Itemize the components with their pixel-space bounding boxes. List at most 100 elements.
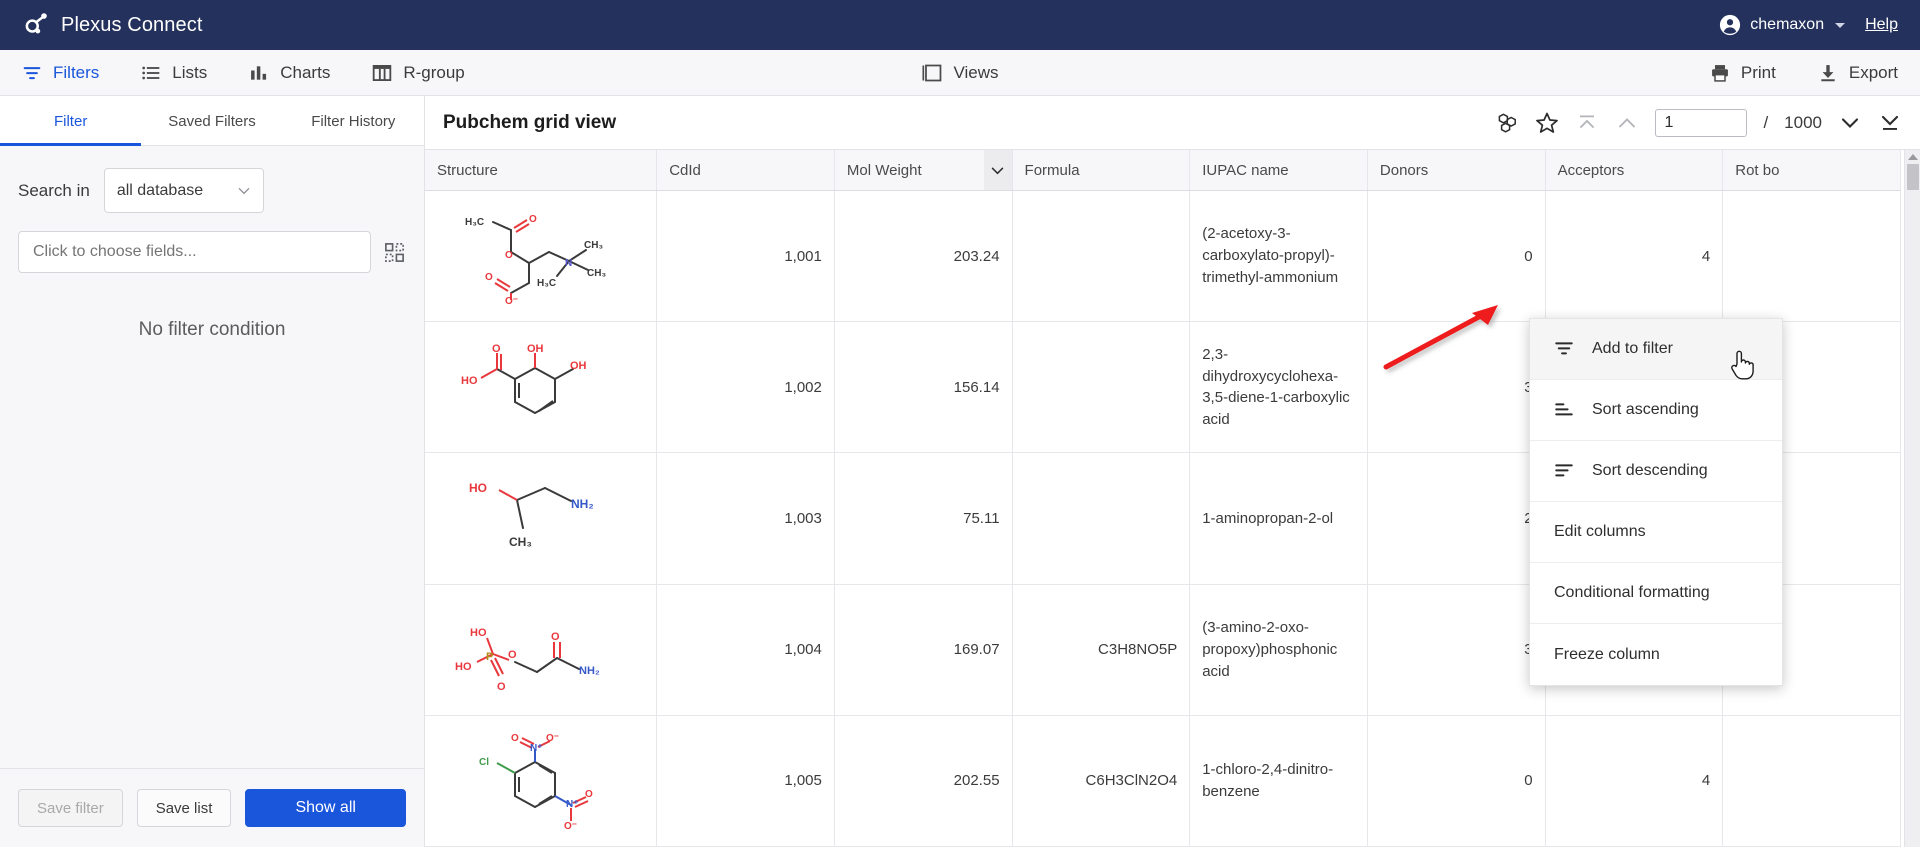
search-in-row: Search in all database bbox=[18, 168, 406, 213]
chevron-down-icon bbox=[237, 184, 251, 198]
column-header-donors[interactable]: Donors bbox=[1367, 150, 1545, 191]
svg-text:O: O bbox=[585, 789, 593, 800]
table-row[interactable]: H₃C O O O O⁻ N CH₃ CH₃ H₃C bbox=[425, 191, 1901, 322]
svg-text:NH₂: NH₂ bbox=[579, 665, 600, 677]
fields-row bbox=[18, 231, 406, 273]
show-all-label: Show all bbox=[295, 799, 355, 817]
column-header-structure[interactable]: Structure bbox=[425, 150, 657, 191]
star-favorite-icon[interactable] bbox=[1535, 111, 1559, 135]
no-filter-condition-message: No filter condition bbox=[18, 319, 406, 341]
save-list-label: Save list bbox=[156, 800, 213, 817]
menu-label-add-to-filter: Add to filter bbox=[1592, 340, 1673, 358]
column-header-acceptors[interactable]: Acceptors bbox=[1545, 150, 1723, 191]
scroll-up-arrow-icon[interactable] bbox=[1908, 154, 1918, 160]
toolbar-label-views: Views bbox=[953, 63, 998, 83]
grid-vertical-scrollbar[interactable] bbox=[1904, 150, 1920, 847]
tab-filter-history[interactable]: Filter History bbox=[283, 96, 424, 145]
menu-item-sort-ascending[interactable]: Sort ascending bbox=[1530, 380, 1782, 441]
table-row[interactable]: Cl N⁺ N⁺ O O⁻ O O⁻ 1,005 bbox=[425, 715, 1901, 846]
database-select[interactable]: all database bbox=[104, 168, 264, 213]
help-link[interactable]: Help bbox=[1865, 16, 1898, 34]
search-in-label: Search in bbox=[18, 181, 90, 201]
column-label-structure: Structure bbox=[437, 162, 498, 179]
cell-donors: 0 bbox=[1367, 715, 1545, 846]
menu-item-edit-columns[interactable]: Edit columns bbox=[1530, 502, 1782, 563]
menu-item-freeze-column[interactable]: Freeze column bbox=[1530, 624, 1782, 685]
menu-label-freeze-column: Freeze column bbox=[1554, 646, 1660, 664]
toolbar-item-views[interactable]: Views bbox=[921, 63, 998, 83]
first-page-icon[interactable] bbox=[1575, 111, 1599, 135]
tab-filter[interactable]: Filter bbox=[0, 96, 141, 145]
svg-text:O⁻: O⁻ bbox=[505, 296, 518, 304]
total-pages-label: 1000 bbox=[1784, 113, 1822, 133]
toolbar-label-lists: Lists bbox=[172, 63, 207, 83]
toolbar-label-charts: Charts bbox=[280, 63, 330, 83]
svg-text:O: O bbox=[508, 649, 517, 661]
cell-rot-bonds bbox=[1723, 191, 1901, 322]
user-menu[interactable]: chemaxon bbox=[1719, 14, 1845, 36]
cell-mol-weight: 169.07 bbox=[834, 584, 1012, 715]
cell-donors: 3 bbox=[1367, 584, 1545, 715]
save-list-button[interactable]: Save list bbox=[137, 789, 232, 827]
column-header-rot-bonds[interactable]: Rot bo bbox=[1723, 150, 1901, 191]
last-page-icon[interactable] bbox=[1878, 111, 1902, 135]
save-filter-button[interactable]: Save filter bbox=[18, 789, 123, 827]
scrollbar-thumb[interactable] bbox=[1907, 164, 1919, 190]
grid-view-title: Pubchem grid view bbox=[443, 112, 616, 134]
cell-formula bbox=[1012, 322, 1190, 453]
fields-chooser-input[interactable] bbox=[18, 231, 371, 273]
filter-panel-body: Search in all database bbox=[0, 146, 424, 768]
menu-item-conditional-formatting[interactable]: Conditional formatting bbox=[1530, 563, 1782, 624]
structure-cell-acetylcarnitine[interactable]: H₃C O O O O⁻ N CH₃ CH₃ H₃C bbox=[425, 191, 657, 322]
cell-iupac-name: 1-chloro-2,4-dinitro-benzene bbox=[1190, 715, 1368, 846]
grid-panel: Pubchem grid view bbox=[425, 96, 1920, 847]
filter-panel: Filter Saved Filters Filter History Sear… bbox=[0, 96, 425, 847]
header-right-actions: chemaxon Help bbox=[1719, 14, 1898, 36]
structure-cell-dihydroxy-benzoic-acid[interactable]: O HO OH OH bbox=[425, 322, 657, 453]
tab-saved-filters[interactable]: Saved Filters bbox=[141, 96, 282, 145]
svg-text:O: O bbox=[511, 733, 519, 744]
menu-item-sort-descending[interactable]: Sort descending bbox=[1530, 441, 1782, 502]
molecule-group-icon[interactable] bbox=[1495, 111, 1519, 135]
toolbar-item-lists[interactable]: Lists bbox=[141, 63, 207, 83]
svg-text:Cl: Cl bbox=[479, 757, 489, 768]
app-title: Plexus Connect bbox=[61, 14, 202, 37]
structure-cell-amino-oxo-propoxy-phosphonic-acid[interactable]: P HO HO O O O NH₂ bbox=[425, 584, 657, 715]
toolbar-item-export[interactable]: Export bbox=[1818, 63, 1898, 83]
toolbar-item-print[interactable]: Print bbox=[1710, 63, 1776, 83]
cell-iupac-name: 2,3-dihydroxycyclohexa-3,5-diene-1-carbo… bbox=[1190, 322, 1368, 453]
column-label-acceptors: Acceptors bbox=[1558, 162, 1625, 179]
svg-text:O⁻: O⁻ bbox=[546, 733, 559, 744]
column-label-mol-weight: Mol Weight bbox=[847, 162, 922, 179]
filter-icon bbox=[22, 63, 42, 83]
add-to-filter-icon bbox=[1554, 339, 1574, 359]
column-header-iupac-name[interactable]: IUPAC name bbox=[1190, 150, 1368, 191]
toolbar-item-filters[interactable]: Filters bbox=[22, 63, 99, 83]
toolbar-label-print: Print bbox=[1741, 63, 1776, 83]
table-columns-icon bbox=[372, 63, 392, 83]
column-header-cdid[interactable]: CdId bbox=[657, 150, 835, 191]
show-all-button[interactable]: Show all bbox=[245, 789, 406, 827]
column-header-mol-weight[interactable]: Mol Weight bbox=[834, 150, 1012, 191]
cell-donors: 0 bbox=[1367, 191, 1545, 322]
cell-acceptors: 4 bbox=[1545, 191, 1723, 322]
previous-page-icon[interactable] bbox=[1615, 111, 1639, 135]
structure-cell-amino-propanol[interactable]: HO NH₂ CH₃ bbox=[425, 453, 657, 584]
cell-rot-bonds bbox=[1723, 715, 1901, 846]
page-number-input[interactable] bbox=[1655, 109, 1747, 137]
cell-iupac-name: (2-acetoxy-3-carboxylato-propyl)-trimeth… bbox=[1190, 191, 1368, 322]
svg-text:N: N bbox=[565, 258, 572, 269]
app-header: Plexus Connect chemaxon Help bbox=[0, 0, 1920, 50]
column-header-formula[interactable]: Formula bbox=[1012, 150, 1190, 191]
cell-cdid: 1,004 bbox=[657, 584, 835, 715]
toolbar-item-rgroup[interactable]: R-group bbox=[372, 63, 464, 83]
column-menu-caret-mol-weight[interactable] bbox=[984, 150, 1012, 190]
next-page-icon[interactable] bbox=[1838, 111, 1862, 135]
main-toolbar: Filters Lists Charts bbox=[0, 50, 1920, 96]
cell-formula bbox=[1012, 191, 1190, 322]
field-picker-grid-icon[interactable] bbox=[383, 241, 406, 264]
tab-filter-label: Filter bbox=[54, 113, 87, 130]
toolbar-item-charts[interactable]: Charts bbox=[249, 63, 330, 83]
structure-cell-chloro-dinitro-benzene[interactable]: Cl N⁺ N⁺ O O⁻ O O⁻ bbox=[425, 715, 657, 846]
sort-descending-icon bbox=[1554, 461, 1574, 481]
